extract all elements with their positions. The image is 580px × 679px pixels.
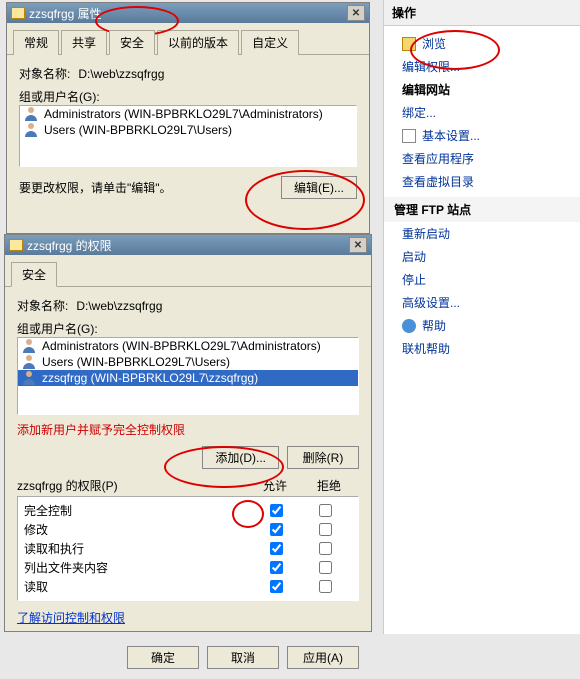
close-icon[interactable]: ✕ [349, 237, 367, 253]
object-name-label: 对象名称: [19, 65, 70, 82]
learn-link[interactable]: 了解访问控制和权限 [17, 611, 125, 625]
list-item[interactable]: Administrators (WIN-BPBRKLO29L7\Administ… [18, 338, 358, 354]
group-icon [24, 123, 40, 137]
group-icon [24, 107, 40, 121]
permissions-box: 完全控制修改读取和执行列出文件夹内容读取 [17, 496, 359, 601]
permission-name: 读取和执行 [24, 540, 84, 557]
allow-checkbox[interactable] [270, 504, 283, 517]
users-listbox[interactable]: Administrators (WIN-BPBRKLO29L7\Administ… [19, 105, 357, 167]
close-icon[interactable]: ✕ [347, 5, 365, 21]
remove-button[interactable]: 删除(R) [287, 446, 359, 469]
panel-link[interactable]: 启动 [384, 245, 580, 268]
titlebar: zzsqfrgg 的权限 ✕ [5, 235, 371, 255]
tab-previous[interactable]: 以前的版本 [157, 30, 239, 55]
panel-link[interactable]: 重新启动 [384, 222, 580, 245]
properties-dialog: zzsqfrgg 属性 ✕ 常规 共享 安全 以前的版本 自定义 对象名称: D… [6, 2, 370, 234]
cancel-button[interactable]: 取消 [207, 646, 279, 669]
permission-name: 列出文件夹内容 [24, 559, 108, 576]
permission-name: 读取 [24, 578, 48, 595]
dialog-title: zzsqfrgg 属性 [29, 5, 102, 22]
folder-icon [9, 239, 23, 251]
red-note: 添加新用户并赋予完全控制权限 [17, 421, 359, 438]
panel-link[interactable]: 帮助 [384, 314, 580, 337]
object-path: D:\web\zzsqfrgg [76, 299, 162, 313]
edit-button[interactable]: 编辑(E)... [281, 176, 357, 199]
titlebar: zzsqfrgg 属性 ✕ [7, 3, 369, 23]
edit-note: 要更改权限，请单击"编辑"。 [19, 179, 172, 196]
deny-checkbox[interactable] [319, 542, 332, 555]
list-item[interactable]: Users (WIN-BPBRKLO29L7\Users) [20, 122, 356, 138]
permission-name: 完全控制 [24, 502, 72, 519]
list-item[interactable]: zzsqfrgg (WIN-BPBRKLO29L7\zzsqfrgg) [18, 370, 358, 386]
actions-panel: 操作 浏览编辑权限...编辑网站绑定...基本设置...查看应用程序查看虚拟目录… [383, 0, 580, 634]
apply-button[interactable]: 应用(A) [287, 646, 359, 669]
tab-custom[interactable]: 自定义 [241, 30, 299, 55]
panel-link[interactable]: 高级设置... [384, 291, 580, 314]
folder-icon [11, 7, 25, 19]
allow-checkbox[interactable] [270, 561, 283, 574]
permission-row: 读取 [24, 577, 352, 596]
browse-icon [402, 37, 416, 51]
permission-row: 读取和执行 [24, 539, 352, 558]
deny-checkbox[interactable] [319, 523, 332, 536]
group-users-label: 组或用户名(G): [19, 88, 349, 105]
deny-checkbox[interactable] [319, 561, 332, 574]
tab-security[interactable]: 安全 [109, 30, 155, 55]
permission-row: 完全控制 [24, 501, 352, 520]
panel-section: 管理 FTP 站点 [384, 197, 580, 222]
panel-link[interactable]: 联机帮助 [384, 337, 580, 360]
panel-heading: 编辑网站 [384, 78, 580, 101]
allow-checkbox[interactable] [270, 580, 283, 593]
tab-general[interactable]: 常规 [13, 30, 59, 55]
user-icon [22, 371, 38, 385]
permissions-label: zzsqfrgg 的权限(P) [17, 477, 118, 494]
deny-column: 拒绝 [317, 477, 341, 494]
tabs: 常规 共享 安全 以前的版本 自定义 [7, 23, 369, 55]
allow-column: 允许 [263, 477, 287, 494]
doc-icon [402, 129, 416, 143]
panel-link[interactable]: 查看虚拟目录 [384, 170, 580, 193]
panel-link[interactable]: 查看应用程序 [384, 147, 580, 170]
deny-checkbox[interactable] [319, 504, 332, 517]
ok-button[interactable]: 确定 [127, 646, 199, 669]
permission-name: 修改 [24, 521, 48, 538]
panel-link[interactable]: 基本设置... [384, 124, 580, 147]
user-icon [22, 355, 38, 369]
permissions-dialog: zzsqfrgg 的权限 ✕ 安全 对象名称: D:\web\zzsqfrgg … [4, 234, 372, 632]
tab-share[interactable]: 共享 [61, 30, 107, 55]
object-name-label: 对象名称: [17, 297, 68, 314]
help-icon [402, 319, 416, 333]
panel-link[interactable]: 编辑权限... [384, 55, 580, 78]
tabs: 安全 [5, 255, 371, 287]
list-item[interactable]: Users (WIN-BPBRKLO29L7\Users) [18, 354, 358, 370]
tab-security[interactable]: 安全 [11, 262, 57, 287]
panel-link[interactable]: 停止 [384, 268, 580, 291]
group-users-label: 组或用户名(G): [17, 320, 351, 337]
panel-link[interactable]: 浏览 [384, 32, 580, 55]
list-item[interactable]: Administrators (WIN-BPBRKLO29L7\Administ… [20, 106, 356, 122]
permission-row: 修改 [24, 520, 352, 539]
permission-row: 列出文件夹内容 [24, 558, 352, 577]
dialog-title: zzsqfrgg 的权限 [27, 237, 112, 254]
panel-link[interactable]: 绑定... [384, 101, 580, 124]
allow-checkbox[interactable] [270, 542, 283, 555]
add-button[interactable]: 添加(D)... [202, 446, 279, 469]
object-path: D:\web\zzsqfrgg [78, 67, 164, 81]
panel-title: 操作 [384, 0, 580, 26]
deny-checkbox[interactable] [319, 580, 332, 593]
allow-checkbox[interactable] [270, 523, 283, 536]
users-listbox[interactable]: Administrators (WIN-BPBRKLO29L7\Administ… [17, 337, 359, 415]
user-icon [22, 339, 38, 353]
